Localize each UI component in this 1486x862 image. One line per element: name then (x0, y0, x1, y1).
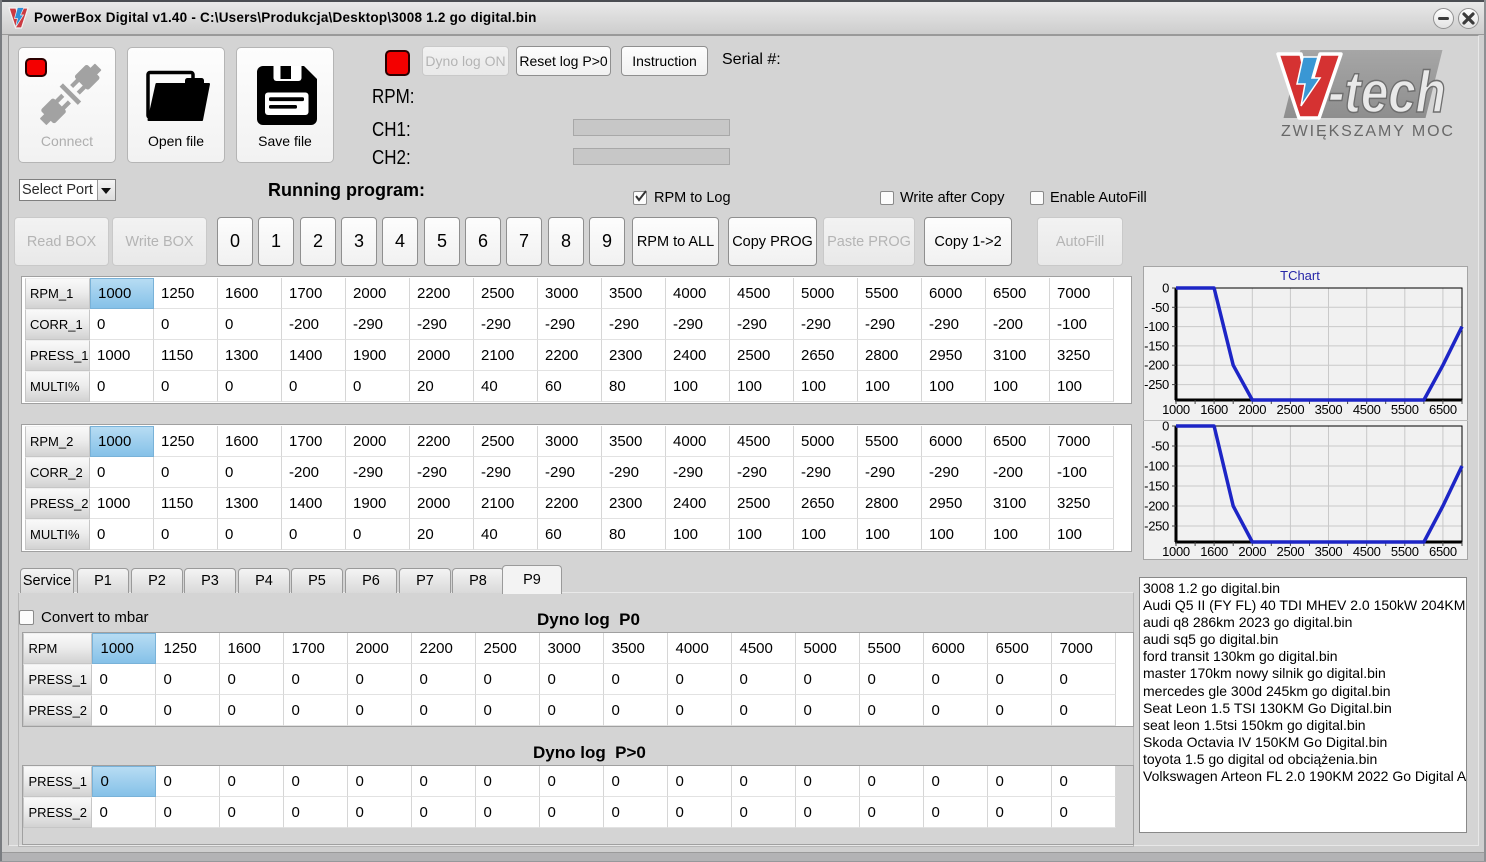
svg-text:1000: 1000 (1162, 402, 1190, 417)
svg-text:3500: 3500 (1315, 544, 1343, 559)
svg-text:5500: 5500 (1391, 544, 1419, 559)
svg-text:5500: 5500 (1391, 402, 1419, 417)
svg-text:2000: 2000 (1238, 544, 1266, 559)
svg-text:-150: -150 (1144, 338, 1169, 353)
svg-text:-150: -150 (1144, 479, 1169, 494)
svg-text:4500: 4500 (1353, 402, 1381, 417)
svg-text:4500: 4500 (1353, 544, 1381, 559)
svg-text:-250: -250 (1144, 377, 1169, 392)
svg-text:3500: 3500 (1315, 402, 1343, 417)
svg-text:-100: -100 (1144, 459, 1169, 474)
svg-text:-250: -250 (1144, 519, 1169, 534)
svg-text:2500: 2500 (1277, 544, 1305, 559)
svg-text:2500: 2500 (1277, 402, 1305, 417)
svg-text:-100: -100 (1144, 319, 1169, 334)
svg-text:TChart: TChart (1280, 268, 1320, 283)
svg-text:-tech: -tech (1328, 60, 1446, 125)
svg-text:1600: 1600 (1200, 402, 1228, 417)
svg-text:2000: 2000 (1238, 402, 1266, 417)
svg-text:1600: 1600 (1200, 544, 1228, 559)
svg-text:-200: -200 (1144, 358, 1169, 373)
svg-text:6500: 6500 (1429, 544, 1457, 559)
svg-text:-200: -200 (1144, 499, 1169, 514)
svg-text:-50: -50 (1151, 439, 1169, 454)
svg-text:1000: 1000 (1162, 544, 1190, 559)
svg-text:-50: -50 (1151, 300, 1169, 315)
svg-text:6500: 6500 (1429, 402, 1457, 417)
svg-text:0: 0 (1162, 281, 1169, 296)
